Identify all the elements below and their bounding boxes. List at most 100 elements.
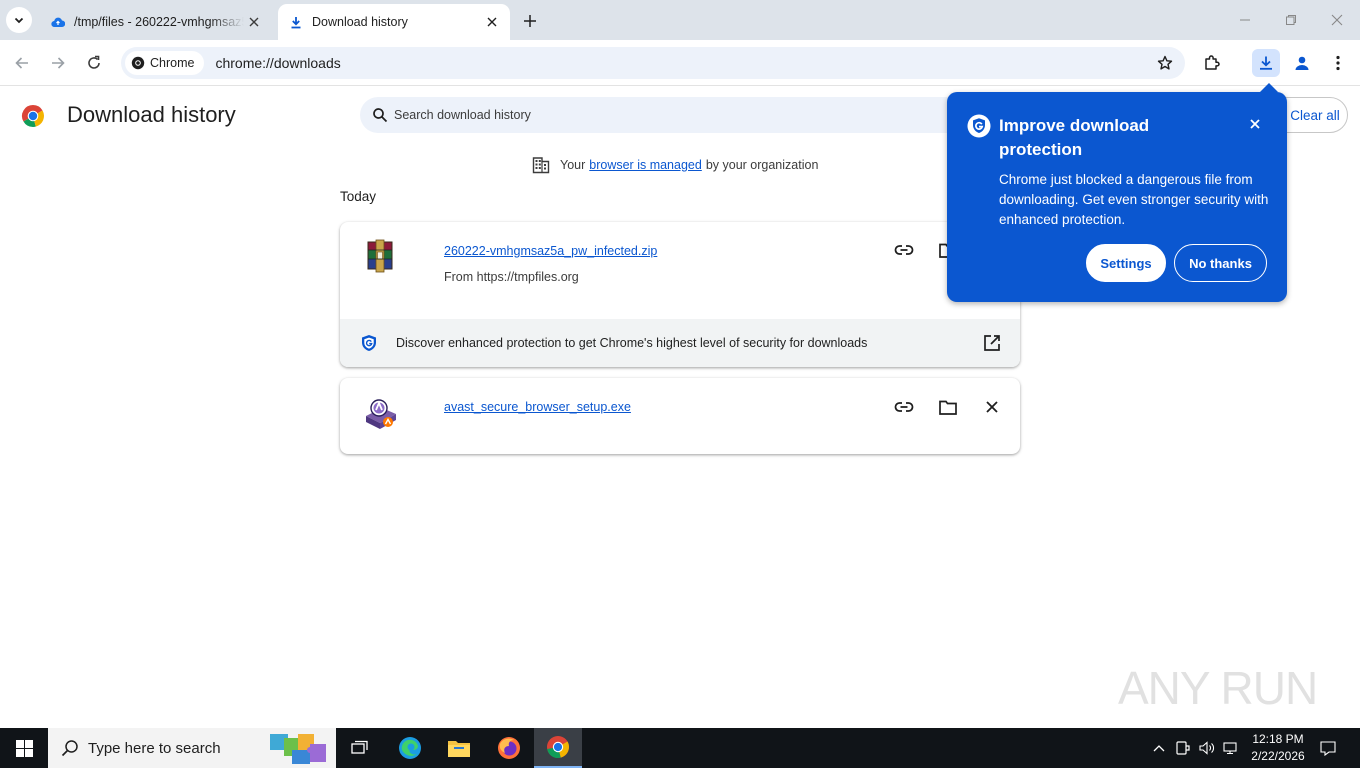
minimize-button[interactable] xyxy=(1233,8,1257,32)
download-file-link[interactable]: 260222-vmhgmsaz5a_pw_infected.zip xyxy=(444,244,657,258)
link-icon xyxy=(894,402,914,412)
downloads-button[interactable] xyxy=(1252,49,1280,77)
enhanced-protection-promo: Discover enhanced protection to get Chro… xyxy=(340,319,1020,367)
managed-prefix: Your xyxy=(560,158,586,172)
back-button[interactable] xyxy=(8,49,36,77)
taskbar-chrome[interactable] xyxy=(534,728,582,768)
remove-download-button[interactable] xyxy=(978,393,1006,421)
close-window-button[interactable] xyxy=(1325,8,1349,32)
folder-icon xyxy=(939,400,957,415)
building-icon xyxy=(532,157,550,174)
arrow-right-icon xyxy=(52,57,65,69)
notification-icon xyxy=(1320,740,1336,756)
tray-device[interactable] xyxy=(1173,728,1193,768)
copy-link-button[interactable] xyxy=(890,393,918,421)
menu-button[interactable] xyxy=(1324,49,1352,77)
forward-button[interactable] xyxy=(44,49,72,77)
managed-suffix: by your organization xyxy=(705,158,819,172)
taskbar-edge[interactable] xyxy=(386,728,434,768)
reload-button[interactable] xyxy=(80,49,108,77)
puzzle-pieces-icon xyxy=(270,734,326,764)
tab-close-icon[interactable] xyxy=(244,12,264,32)
task-view-button[interactable] xyxy=(336,728,384,768)
tab-title: /tmp/files - 260222-vmhgmsaz5a xyxy=(74,15,244,29)
avatar-icon xyxy=(1295,56,1309,70)
cloud-upload-icon xyxy=(50,14,66,30)
tab-download-history[interactable]: Download history xyxy=(278,4,510,40)
new-tab-button[interactable] xyxy=(518,9,542,33)
chevron-down-icon xyxy=(14,17,24,24)
show-in-folder-button[interactable] xyxy=(934,393,962,421)
firefox-icon xyxy=(498,737,520,759)
extensions-button[interactable] xyxy=(1198,49,1226,77)
reload-icon xyxy=(88,55,100,69)
open-in-new-icon[interactable] xyxy=(982,333,1002,353)
url-text[interactable]: chrome://downloads xyxy=(215,55,340,71)
device-icon xyxy=(1176,741,1190,755)
no-thanks-button[interactable]: No thanks xyxy=(1174,244,1267,282)
search-downloads-input[interactable] xyxy=(394,108,794,122)
avast-installer-icon xyxy=(366,399,396,429)
bubble-close-button[interactable] xyxy=(1245,114,1265,134)
more-vert-icon xyxy=(1336,55,1340,71)
star-icon xyxy=(1157,55,1173,70)
download-icon xyxy=(1260,56,1272,70)
tab-tmpfiles[interactable]: /tmp/files - 260222-vmhgmsaz5a xyxy=(38,4,272,40)
download-icon xyxy=(288,14,304,30)
close-icon xyxy=(1331,14,1343,26)
managed-notice: Your browser is managed by your organiza… xyxy=(532,156,818,174)
profile-button[interactable] xyxy=(1288,49,1316,77)
windows-logo-icon xyxy=(15,739,33,757)
notifications-button[interactable] xyxy=(1312,728,1344,768)
promo-text: Discover enhanced protection to get Chro… xyxy=(396,336,868,350)
copy-link-button[interactable] xyxy=(890,236,918,264)
winrar-archive-icon xyxy=(367,239,393,273)
bubble-body: Chrome just blocked a dangerous file fro… xyxy=(999,172,1269,227)
site-info-chip[interactable]: Chrome xyxy=(125,51,205,75)
arrow-left-icon xyxy=(15,57,28,69)
tab-search-button[interactable] xyxy=(6,7,32,33)
browser-managed-link[interactable]: browser is managed xyxy=(589,158,702,172)
bubble-title: Improve download protection xyxy=(999,116,1150,159)
search-downloads-box[interactable] xyxy=(360,97,1000,133)
taskbar-search-placeholder: Type here to search xyxy=(88,739,221,757)
close-icon xyxy=(986,401,998,413)
system-clock[interactable]: 12:18 PM 2/22/2026 xyxy=(1246,731,1310,765)
show-hidden-icons-button[interactable] xyxy=(1150,728,1168,768)
taskbar-firefox[interactable] xyxy=(485,728,533,768)
taskbar-search-box[interactable]: Type here to search xyxy=(48,728,336,768)
address-bar[interactable]: Chrome chrome://downloads xyxy=(121,47,1185,79)
tray-volume[interactable] xyxy=(1197,728,1217,768)
google-shield-icon xyxy=(967,114,991,138)
restore-button[interactable] xyxy=(1279,8,1303,32)
download-source: From https://tmpfiles.org xyxy=(444,270,579,284)
chrome-icon xyxy=(547,736,569,758)
link-icon xyxy=(894,245,914,255)
close-icon xyxy=(1250,119,1260,129)
settings-button[interactable]: Settings xyxy=(1086,244,1166,282)
chrome-logo-icon xyxy=(131,56,145,70)
chrome-logo-icon xyxy=(21,105,44,127)
page-title: Download history xyxy=(67,102,236,127)
tab-title: Download history xyxy=(312,15,408,29)
taskbar-file-explorer[interactable] xyxy=(435,728,483,768)
speaker-icon xyxy=(1199,741,1214,755)
download-file-link[interactable]: avast_secure_browser_setup.exe xyxy=(444,400,631,414)
puzzle-piece-icon xyxy=(1205,55,1220,70)
section-heading-today: Today xyxy=(340,189,377,204)
bookmark-star-button[interactable] xyxy=(1155,53,1175,73)
tray-network[interactable] xyxy=(1221,728,1241,768)
plus-icon xyxy=(524,15,536,27)
search-icon xyxy=(373,108,388,123)
clock-date: 2/22/2026 xyxy=(1251,749,1305,763)
clock-time: 12:18 PM xyxy=(1252,732,1304,746)
tab-close-icon[interactable] xyxy=(482,12,502,32)
search-icon xyxy=(61,740,78,757)
network-icon xyxy=(1223,742,1237,755)
download-item: 260222-vmhgmsaz5a_pw_infected.zip From h… xyxy=(340,222,1020,367)
tab-strip: /tmp/files - 260222-vmhgmsaz5a Download … xyxy=(0,0,1360,40)
watermark-text: ANY RUN xyxy=(1118,662,1318,714)
edge-icon xyxy=(399,737,421,759)
shield-icon xyxy=(362,335,376,351)
start-button[interactable] xyxy=(0,728,48,768)
